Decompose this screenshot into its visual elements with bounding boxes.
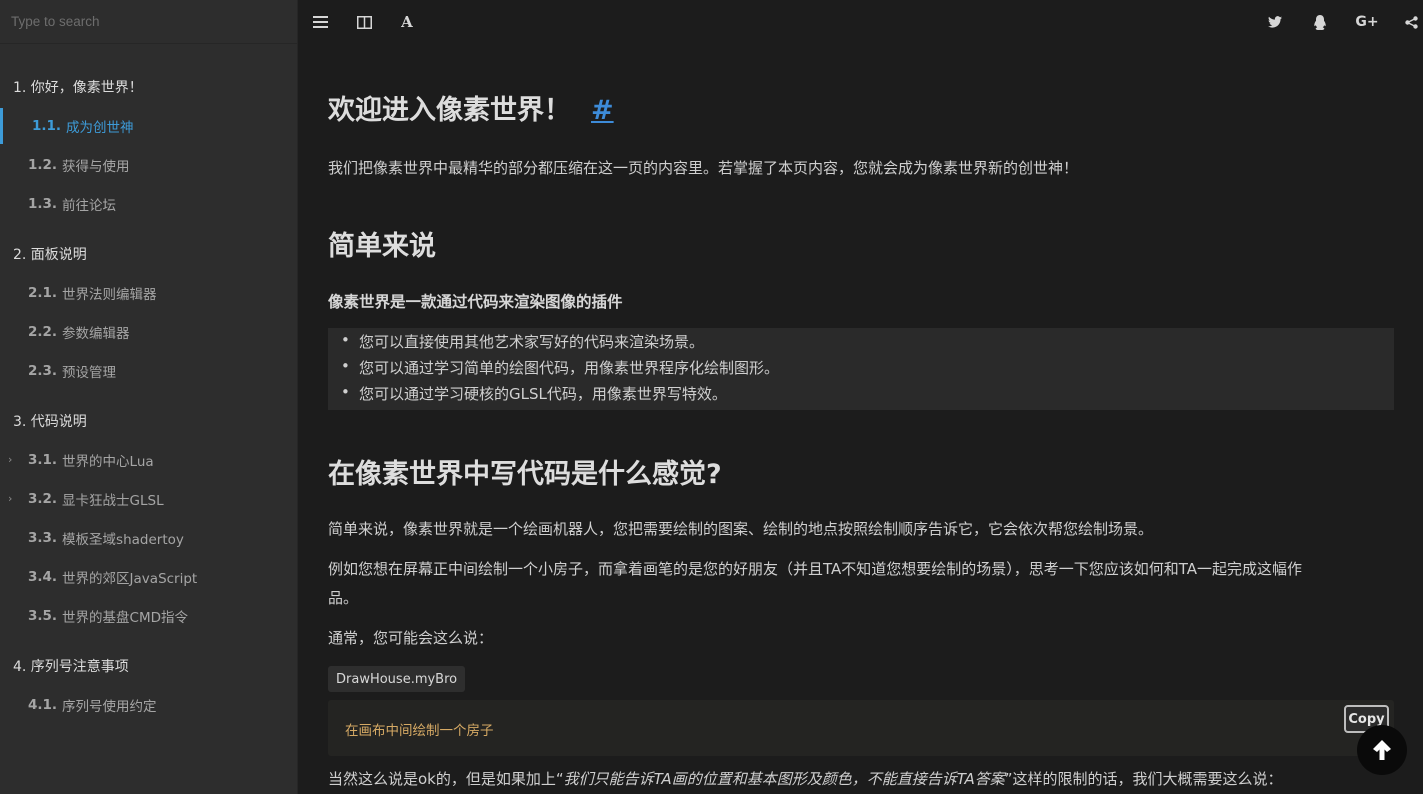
toc-number: 3.4. [28, 569, 58, 585]
paragraph-robot: 简单来说，像素世界就是一个绘画机器人，您把需要绘制的图案、绘制的地点按照绘制顺序… [328, 520, 1154, 538]
toc-number: 2.2. [28, 324, 58, 340]
sidebar: 1. 你好，像素世界！1.1.成为创世神1.2.获得与使用1.3.前往论坛2. … [0, 0, 298, 794]
toc-label: 2. 面板说明 [13, 247, 87, 263]
toc-section[interactable]: 3.4. 世界的郊区JavaScript [0, 559, 298, 595]
toc-section[interactable]: 3.5. 世界的基盘CMD指令 [0, 598, 298, 634]
search-input[interactable] [11, 14, 281, 29]
table-of-contents: 1. 你好，像素世界！ 1.1. 成为创世神 1.2. 获得与使用 1.3. 前往论坛 2. … [0, 44, 297, 794]
font-icon[interactable]: A [397, 12, 417, 32]
page-title: 欢迎进入像素世界！ # [328, 95, 614, 126]
intro-paragraph: 我们把像素世界中最精华的部分都压缩在这一页的内容里。若掌握了本页内容，您就会成为… [328, 159, 1079, 177]
toc-section[interactable]: 1.2. 获得与使用 [0, 147, 298, 183]
paragraph-example-line1: 例如您想在屏幕正中间绘制一个小房子，而拿着画笔的是您的好朋友（并且TA不知道您想… [328, 560, 1303, 578]
search-bar [0, 0, 297, 44]
inline-code: DrawHouse.myBro [328, 666, 466, 692]
toc-number: 3.5. [28, 608, 58, 624]
toc-chapter[interactable]: 3. 代码说明 [0, 403, 298, 439]
code-text: 在画布中间绘制一个房子 [345, 723, 494, 739]
toc-number: 1.3. [28, 196, 58, 212]
chevron-right-icon[interactable]: › [8, 453, 12, 466]
toc-label: 前往论坛 [62, 198, 117, 214]
toc-section[interactable]: 2.2. 参数编辑器 [0, 314, 298, 350]
toc-number: 3.2. [28, 491, 58, 507]
toc-number: 1.2. [28, 157, 58, 173]
toc-label: 显卡狂战士GLSL [62, 493, 164, 509]
paragraph-usually: 通常，您可能会这么说： [328, 629, 494, 647]
share-icon[interactable] [1401, 12, 1421, 32]
toc-section[interactable]: 1.3. 前往论坛 [0, 186, 298, 222]
toc-number: 2.3. [28, 363, 58, 379]
google-plus-icon[interactable]: G+ [1355, 12, 1379, 32]
qq-icon[interactable] [1310, 12, 1330, 32]
toc-label: 4. 序列号注意事项 [13, 659, 129, 675]
toc-label: 世界的郊区JavaScript [62, 571, 198, 587]
toc-label: 3. 代码说明 [13, 414, 87, 430]
toc-chapter[interactable]: 4. 序列号注意事项 [0, 648, 298, 684]
feature-list: 您可以直接使用其他艺术家写好的代码来渲染场景。 您可以通过学习简单的绘图代码，用… [328, 328, 1394, 410]
toc-number: 3.1. [28, 452, 58, 468]
toc-section[interactable]: 2.3. 预设管理 [0, 353, 298, 389]
paragraph-example-line2: 品。 [328, 589, 359, 607]
toc-section[interactable]: 3.3. 模板圣域shadertoy [0, 520, 298, 556]
list-item: 您可以通过学习简单的绘图代码，用像素世界程序化绘制图形。 [341, 357, 779, 378]
toc-number: 3.3. [28, 530, 58, 546]
toc-label: 世界法则编辑器 [62, 287, 157, 303]
toc-label: 世界的基盘CMD指令 [62, 610, 189, 626]
toc-label: 世界的中心Lua [62, 454, 154, 470]
book-icon[interactable] [354, 12, 374, 32]
code-block: 在画布中间绘制一个房子 Copy [328, 700, 1394, 756]
toc-label: 获得与使用 [62, 159, 130, 175]
toc-number: 1.1. [32, 118, 62, 134]
toc-label: 模板圣域shadertoy [62, 532, 184, 548]
toc-label: 参数编辑器 [62, 326, 130, 342]
list-item: 您可以通过学习硬核的GLSL代码，用像素世界写特效。 [341, 383, 727, 404]
toc-chapter[interactable]: 2. 面板说明 [0, 236, 298, 272]
toc-label: 1. 你好，像素世界！ [13, 80, 143, 96]
toc-label: 预设管理 [62, 365, 117, 381]
toc-section[interactable]: 1.1. 成为创世神 [0, 108, 298, 144]
toc-section[interactable]: › 3.1. 世界的中心Lua [0, 442, 298, 478]
arrow-up-icon [1373, 740, 1391, 760]
chevron-right-icon[interactable]: › [8, 492, 12, 505]
title-anchor-link[interactable]: # [591, 95, 614, 126]
toc-number: 2.1. [28, 285, 58, 301]
toc-section[interactable]: › 3.2. 显卡狂战士GLSL [0, 481, 298, 517]
toc-label: 成为创世神 [66, 120, 134, 136]
heading-feel: 在像素世界中写代码是什么感觉? [328, 459, 722, 490]
heading-plugin: 像素世界是一款通过代码来渲染图像的插件 [328, 293, 623, 311]
toc-label: 序列号使用约定 [62, 699, 157, 715]
menu-icon[interactable] [310, 12, 330, 32]
heading-simple: 简单来说 [328, 231, 436, 262]
toc-section[interactable]: 4.1. 序列号使用约定 [0, 687, 298, 723]
toc-number: 4.1. [28, 697, 58, 713]
toc-chapter[interactable]: 1. 你好，像素世界！ [0, 69, 298, 105]
paragraph-constraint: 当然这么说是ok的，但是如果加上“我们只能告诉TA画的位置和基本图形及颜色，不能… [328, 770, 1283, 788]
scroll-to-top-button[interactable] [1357, 725, 1407, 775]
toc-section[interactable]: 2.1. 世界法则编辑器 [0, 275, 298, 311]
list-item: 您可以直接使用其他艺术家写好的代码来渲染场景。 [341, 331, 704, 352]
twitter-icon[interactable] [1265, 12, 1285, 32]
top-toolbar: A G+ [298, 0, 1423, 44]
